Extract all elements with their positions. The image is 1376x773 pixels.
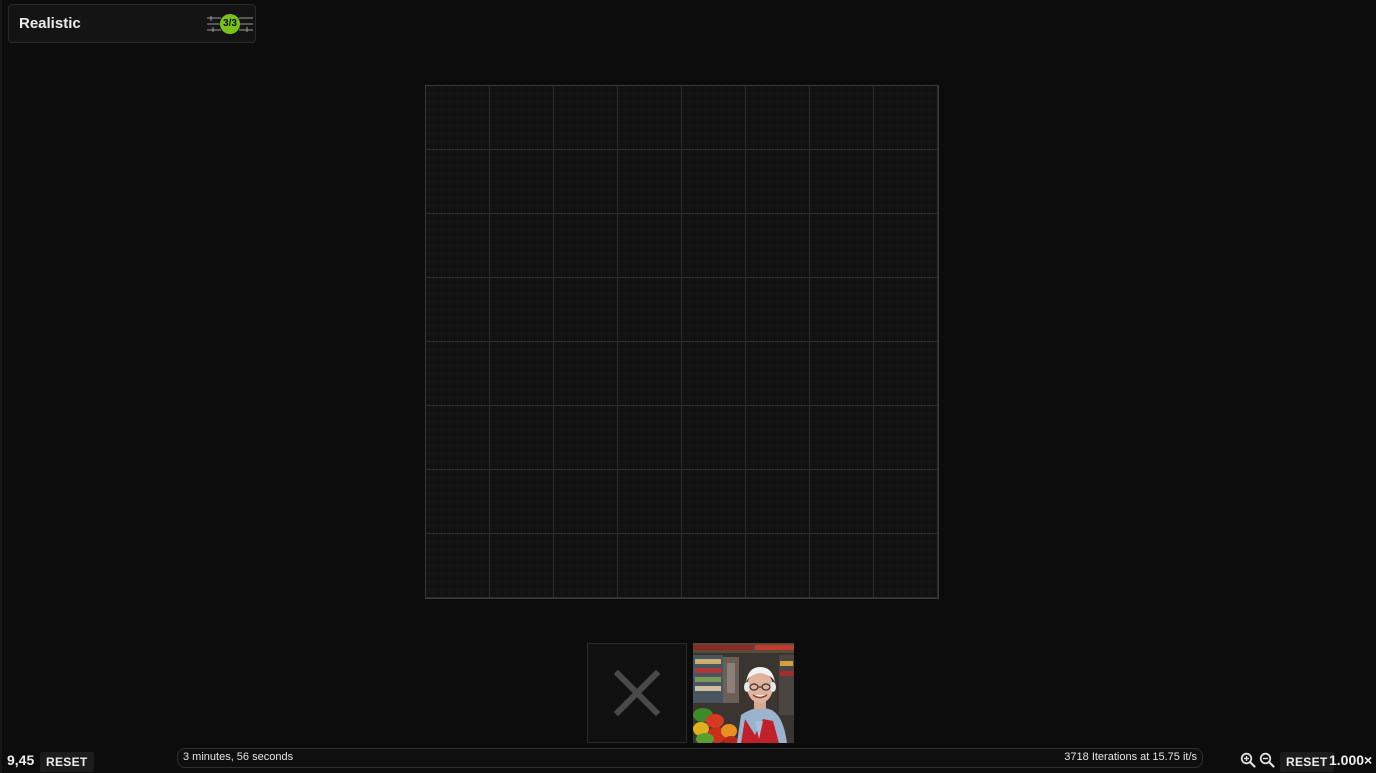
zoom-level-value: 1.000× (1329, 752, 1373, 768)
reset-position-button[interactable]: RESET (40, 752, 94, 772)
progress-status-bar: 3 minutes, 56 seconds 3718 Iterations at… (177, 748, 1203, 768)
left-edge-divider (0, 0, 2, 773)
reset-zoom-button[interactable]: RESET (1280, 752, 1334, 772)
close-icon (614, 670, 660, 716)
workflow-step-badge: 3/3 (220, 14, 240, 34)
iterations-rate: 3718 Iterations at 15.75 it/s (1064, 751, 1197, 763)
generation-canvas[interactable] (425, 85, 939, 599)
workflow-selector[interactable]: Realistic 3/3 (8, 4, 256, 43)
thumbnail-empty-slot[interactable] (587, 643, 687, 743)
app-root: Realistic 3/3 9,45 RESET 3 minutes, 56 s… (0, 0, 1376, 773)
zoom-in-icon[interactable] (1240, 752, 1256, 768)
workflow-steps-icon[interactable]: 3/3 (207, 13, 253, 35)
generated-image (693, 643, 794, 743)
workflow-title: Realistic (19, 15, 81, 32)
thumbnail-generated-image[interactable] (693, 643, 794, 743)
elapsed-time: 3 minutes, 56 seconds (183, 751, 294, 763)
zoom-out-icon[interactable] (1259, 752, 1275, 768)
cursor-position-value: 9,45 (7, 752, 35, 768)
